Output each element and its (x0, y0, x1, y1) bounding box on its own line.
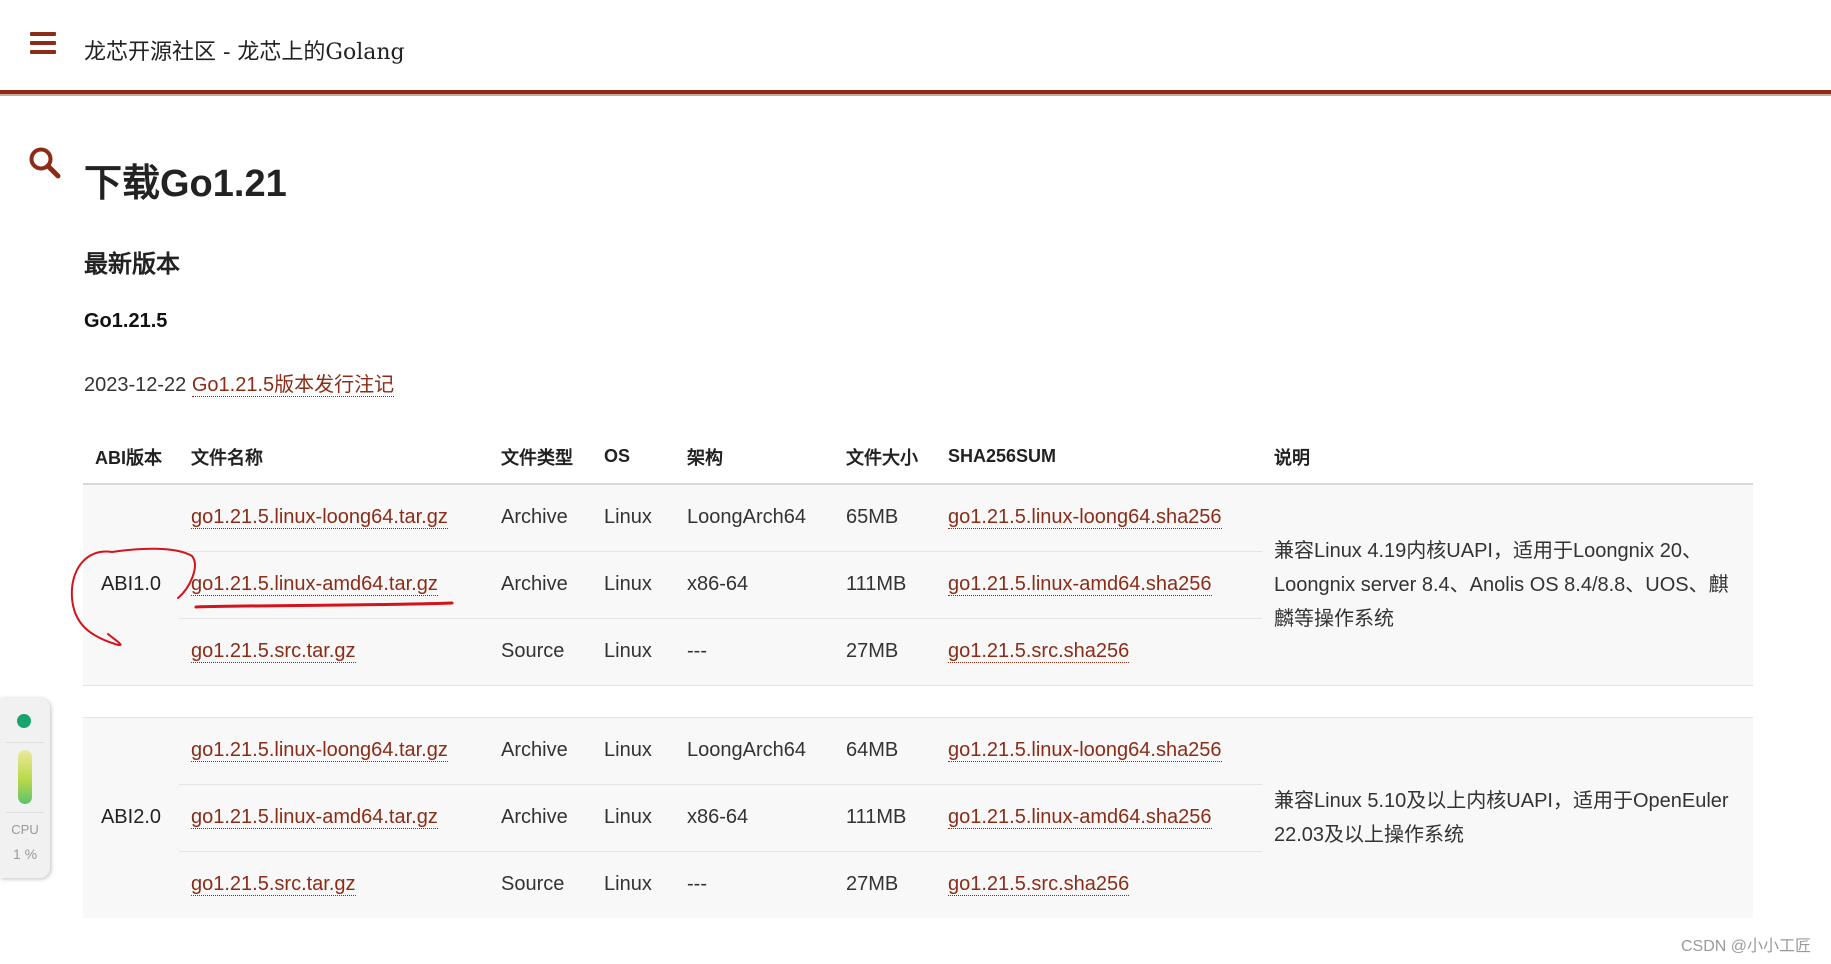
sha-link[interactable]: go1.21.5.linux-amd64.sha256 (948, 573, 1212, 596)
file-link[interactable]: go1.21.5.linux-amd64.tar.gz (191, 573, 438, 596)
col-sha: SHA256SUM (936, 430, 1262, 485)
file-arch: --- (675, 618, 834, 685)
sha-link[interactable]: go1.21.5.linux-loong64.sha256 (948, 739, 1222, 762)
col-filename: 文件名称 (179, 430, 489, 485)
sha-link[interactable]: go1.21.5.src.sha256 (948, 873, 1130, 897)
col-size: 文件大小 (834, 430, 936, 485)
file-size: 64MB (834, 717, 936, 785)
file-type: Archive (489, 784, 592, 852)
file-type: Source (489, 851, 592, 918)
site-title[interactable]: 龙芯开源社区 - 龙芯上的Golang (84, 34, 405, 66)
abi-description: 兼容Linux 5.10及以上内核UAPI，适用于OpenEuler 22.03… (1262, 717, 1753, 918)
table-row: ABI1.0 go1.21.5.linux-loong64.tar.gz Arc… (83, 484, 1753, 685)
file-link[interactable]: go1.21.5.src.tar.gz (191, 640, 356, 663)
sha-link[interactable]: go1.21.5.src.sha256 (948, 640, 1130, 663)
file-size: 111MB (834, 551, 936, 619)
watermark: CSDN @小小工匠 (1680, 938, 1811, 955)
file-type: Archive (489, 484, 592, 552)
status-dot-icon (17, 714, 31, 728)
section-title: 最新版本 (84, 249, 180, 278)
downloads-table: ABI版本 文件名称 文件类型 OS 架构 文件大小 SHA256SUM 说明 … (83, 430, 1753, 918)
abi-version: ABI2.0 (83, 717, 179, 918)
col-description: 说明 (1262, 430, 1753, 485)
hamburger-menu-icon[interactable] (30, 32, 56, 54)
file-link[interactable]: go1.21.5.src.tar.gz (191, 873, 356, 897)
file-type: Archive (489, 717, 592, 785)
file-arch: x86-64 (675, 784, 834, 852)
sha-link[interactable]: go1.21.5.linux-amd64.sha256 (948, 806, 1212, 829)
table-header-row: ABI版本 文件名称 文件类型 OS 架构 文件大小 SHA256SUM 说明 (83, 430, 1753, 485)
file-arch: LoongArch64 (675, 717, 834, 785)
release-line: 2023-12-22 Go1.21.5版本发行注记 (84, 368, 395, 397)
group-spacer (83, 684, 1753, 718)
file-link[interactable]: go1.21.5.linux-loong64.tar.gz (191, 739, 448, 762)
abi-description: 兼容Linux 4.19内核UAPI，适用于Loongnix 20、Loongn… (1262, 484, 1753, 685)
file-os: Linux (592, 784, 675, 852)
col-filetype: 文件类型 (489, 430, 592, 485)
cpu-value: 1 % (12, 846, 38, 862)
file-type: Archive (489, 551, 592, 619)
file-link[interactable]: go1.21.5.linux-amd64.tar.gz (191, 806, 438, 829)
cpu-monitor-widget[interactable]: CPU 1 % (0, 698, 50, 878)
file-arch: x86-64 (675, 551, 834, 619)
top-header: 龙芯开源社区 - 龙芯上的Golang (0, 0, 1831, 94)
file-os: Linux (592, 484, 675, 552)
file-size: 65MB (834, 484, 936, 552)
sha-link[interactable]: go1.21.5.linux-loong64.sha256 (948, 506, 1222, 530)
file-type: Source (489, 618, 592, 685)
file-link[interactable]: go1.21.5.linux-loong64.tar.gz (191, 506, 448, 530)
release-notes-link[interactable]: Go1.21.5版本发行注记 (191, 374, 395, 397)
page-title: 下载Go1.21 (84, 163, 287, 205)
file-size: 111MB (834, 784, 936, 852)
file-os: Linux (592, 618, 675, 685)
version-title: Go1.21.5 (84, 310, 168, 332)
file-arch: LoongArch64 (675, 484, 834, 552)
file-size: 27MB (834, 851, 936, 918)
col-os: OS (592, 430, 675, 485)
file-os: Linux (592, 717, 675, 785)
table-row: ABI2.0 go1.21.5.linux-loong64.tar.gz Arc… (83, 717, 1753, 918)
release-date: 2023-12-22 (84, 374, 187, 396)
col-abi: ABI版本 (83, 430, 179, 485)
file-size: 27MB (834, 618, 936, 685)
col-arch: 架构 (675, 430, 834, 485)
search-icon[interactable] (28, 146, 62, 180)
file-os: Linux (592, 851, 675, 918)
abi-version: ABI1.0 (83, 484, 179, 685)
file-arch: --- (675, 851, 834, 918)
file-os: Linux (592, 551, 675, 619)
cpu-usage-meter (18, 750, 32, 804)
cpu-label: CPU (11, 822, 39, 837)
